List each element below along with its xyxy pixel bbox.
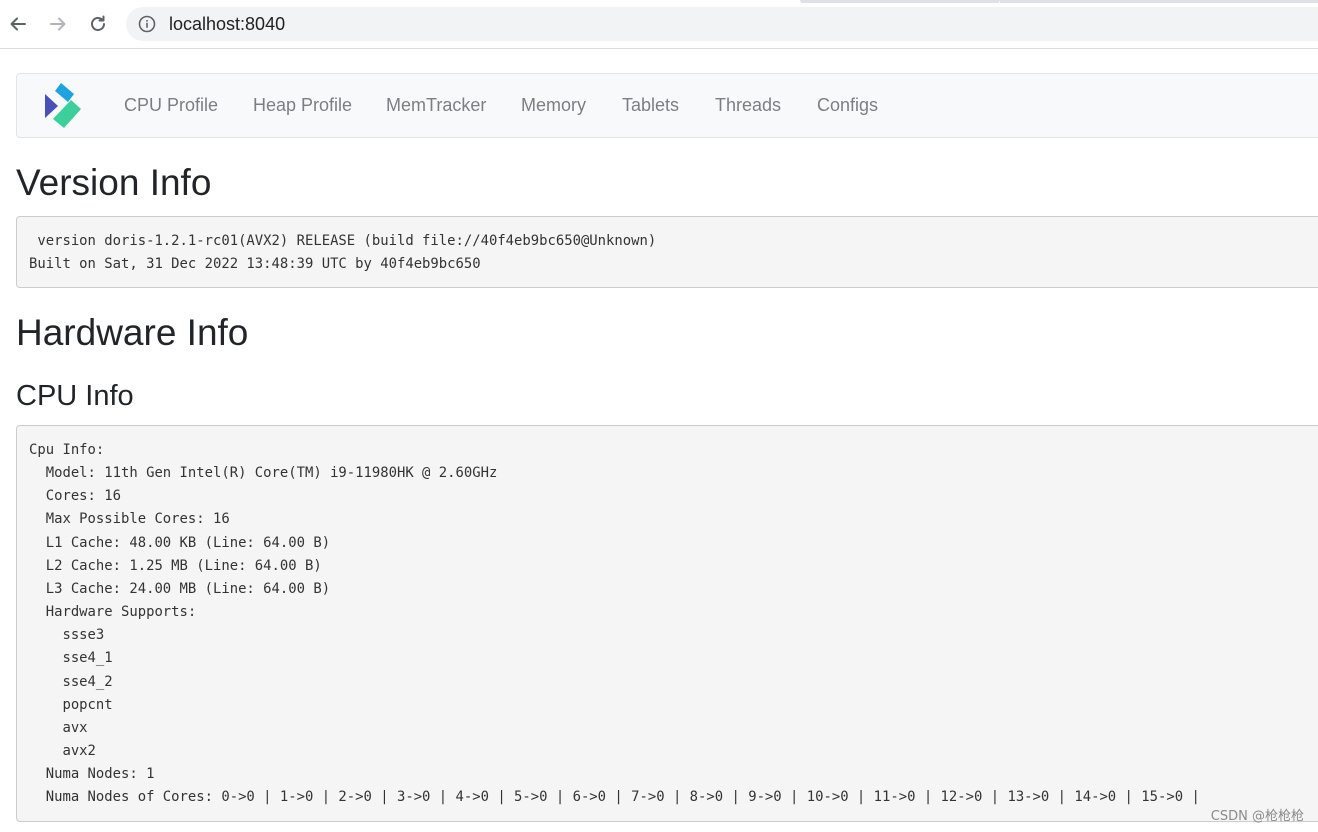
nav-tablets[interactable]: Tablets: [622, 94, 679, 116]
version-info-heading: Version Info: [16, 162, 212, 203]
cpu-info-heading: CPU Info: [16, 380, 134, 412]
cpu-info-block: Cpu Info: Model: 11th Gen Intel(R) Core(…: [16, 425, 1318, 822]
url-text[interactable]: localhost:8040: [169, 13, 285, 35]
tab-strip-edge-right: [1000, 0, 1318, 3]
version-info-block: version doris-1.2.1-rc01(AVX2) RELEASE (…: [16, 216, 1318, 288]
csdn-watermark: CSDN @枪枪枪: [1210, 809, 1304, 824]
nav-cpu-profile[interactable]: CPU Profile: [124, 94, 218, 116]
nav-threads[interactable]: Threads: [715, 94, 781, 116]
browser-toolbar: localhost:8040: [0, 0, 1318, 49]
nav-configs[interactable]: Configs: [817, 94, 878, 116]
arrow-left-icon: [10, 17, 26, 31]
nav-memtracker[interactable]: MemTracker: [386, 94, 486, 116]
tab-strip-edge: [800, 0, 1000, 3]
reload-icon: [91, 15, 105, 31]
hardware-info-heading: Hardware Info: [16, 312, 249, 353]
nav-memory[interactable]: Memory: [521, 94, 586, 116]
reload-button[interactable]: [84, 10, 112, 38]
back-button[interactable]: [4, 10, 32, 38]
address-bar[interactable]: localhost:8040: [126, 7, 1318, 41]
info-icon[interactable]: [138, 15, 156, 33]
doris-logo-icon[interactable]: [41, 81, 83, 131]
nav-heap-profile[interactable]: Heap Profile: [253, 94, 352, 116]
top-navbar: CPU Profile Heap Profile MemTracker Memo…: [16, 73, 1318, 138]
forward-button[interactable]: [44, 10, 72, 38]
arrow-right-icon: [50, 17, 66, 31]
